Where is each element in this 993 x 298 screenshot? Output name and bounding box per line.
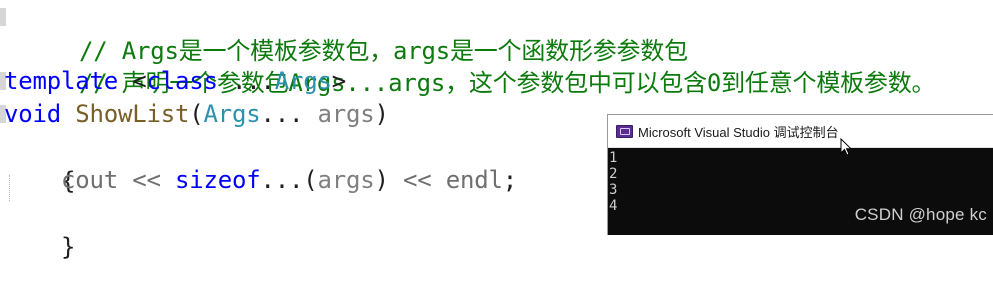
keyword-sizeof: sizeof <box>175 166 261 194</box>
operator-shift: << <box>118 166 175 194</box>
punctuation: ) <box>374 100 389 128</box>
console-output-line: 1 <box>609 150 618 166</box>
punctuation: ... <box>260 100 318 128</box>
punctuation: ... <box>217 67 275 95</box>
identifier-cout: cout <box>61 166 118 194</box>
console-title-bar[interactable]: Microsoft Visual Studio 调试控制台 <box>608 115 993 148</box>
close-brace: } <box>61 233 76 261</box>
code-line-2: // 声明一个参数包Args...args，这个参数包中可以包含0到任意个模板参… <box>22 32 936 97</box>
gutter-fold-marker <box>0 8 6 26</box>
console-output-line: 3 <box>609 182 618 198</box>
mouse-pointer-icon <box>840 138 852 156</box>
code-line-3: template <class ...Args> <box>4 64 346 98</box>
punctuation: ( <box>189 100 204 128</box>
visual-studio-icon <box>616 124 633 138</box>
console-output-line: 2 <box>609 166 618 182</box>
console-title: Microsoft Visual Studio 调试控制台 <box>638 124 839 140</box>
punctuation: ) <box>374 166 389 194</box>
code-line-6: cout << sizeof...(args) << endl; <box>4 163 517 197</box>
param-args: args <box>317 100 375 128</box>
code-line-5: { <box>4 130 75 195</box>
type-args: Args <box>274 67 332 95</box>
semicolon: ; <box>502 166 517 194</box>
keyword-template: template <box>4 67 118 95</box>
keyword-void: void <box>4 100 61 128</box>
punctuation: < <box>118 67 147 95</box>
operator-shift: << <box>388 166 446 194</box>
keyword-class: class <box>146 67 218 95</box>
punctuation: ...( <box>260 166 318 194</box>
watermark: CSDN @hope kc <box>854 205 987 224</box>
type-args: Args <box>203 100 261 128</box>
code-line-4: void ShowList(Args... args) <box>4 97 389 131</box>
punctuation: > <box>331 67 346 95</box>
code-line-7: } <box>4 196 75 261</box>
param-args: args <box>317 166 375 194</box>
identifier-endl: endl <box>445 166 503 194</box>
function-showlist: ShowList <box>75 100 190 128</box>
code-line-1: // Args是一个模板参数包，args是一个函数形参参数包 <box>22 0 688 65</box>
